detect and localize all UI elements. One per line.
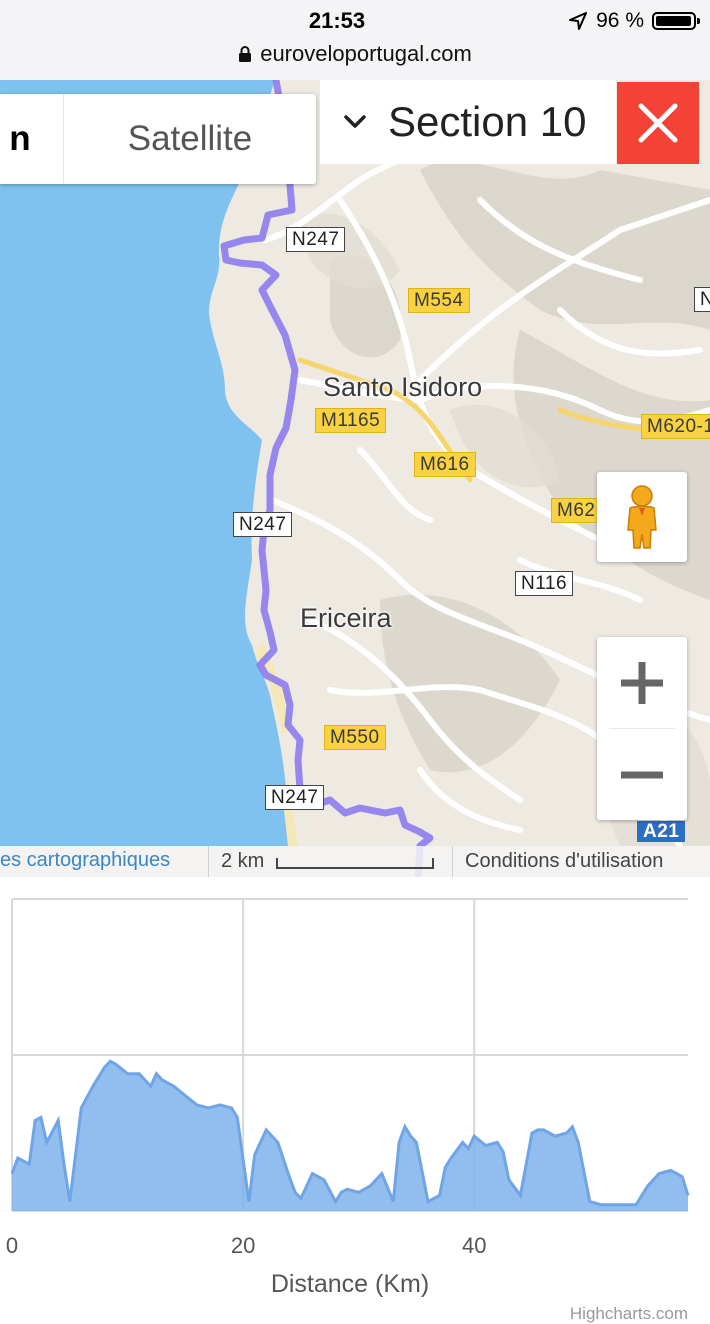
zoom-out-button[interactable] <box>597 729 687 820</box>
x-tick-label-0: 0 <box>6 1233 18 1258</box>
chevron-down-icon <box>344 115 366 128</box>
tab-satellite[interactable]: Satellite <box>64 94 316 184</box>
elevation-chart: 0 20 40 Distance (Km) Highcharts.com <box>0 877 710 1323</box>
x-tick-label-2: 40 <box>462 1233 486 1258</box>
lock-icon <box>239 46 252 62</box>
terms-link[interactable]: Conditions d'utilisation <box>452 846 663 877</box>
scale-bar <box>276 858 435 869</box>
road-label-m62: M62 <box>551 498 602 523</box>
street-view-button[interactable] <box>597 472 687 562</box>
plus-icon <box>621 662 663 704</box>
chart-credits[interactable]: Highcharts.com <box>570 1304 688 1324</box>
road-label-n247-north: N247 <box>286 227 346 252</box>
close-button[interactable] <box>617 82 699 164</box>
zoom-in-button[interactable] <box>597 637 687 728</box>
road-label-m620: M620-1 <box>641 414 710 439</box>
x-tick-label-1: 20 <box>231 1233 255 1258</box>
place-label-santo-isidoro: Santo Isidoro <box>323 372 483 402</box>
status-bar: 21:53 96 % euroveloportugal.com <box>0 0 710 81</box>
road-label-edge: N <box>694 287 710 312</box>
road-label-m554: M554 <box>408 288 470 313</box>
scale-bar-group[interactable]: 2 km <box>208 846 435 877</box>
tab-map[interactable]: n <box>0 94 64 184</box>
road-label-n247-south: N247 <box>265 785 325 810</box>
road-label-n116: N116 <box>515 571 574 596</box>
map-data-link[interactable]: es cartographiques <box>0 849 170 872</box>
elevation-chart-svg: 0 20 40 <box>6 898 690 1258</box>
road-label-n247-middle: N247 <box>233 512 293 537</box>
section-selector-label: Section 10 <box>388 98 587 145</box>
url-text: euroveloportugal.com <box>260 41 472 66</box>
status-icons: 96 % <box>568 9 700 33</box>
map-type-control: n Satellite <box>0 94 316 184</box>
road-label-m550: M550 <box>324 725 386 750</box>
pegman-icon <box>627 485 657 549</box>
section-selector[interactable]: Section 10 <box>320 80 616 164</box>
route-map[interactable]: N247 M554 N M1165 M620-1 M616 M62 N247 N… <box>0 80 710 877</box>
location-arrow-icon <box>569 12 588 30</box>
battery-percent: 96 % <box>596 9 644 32</box>
close-icon <box>638 103 678 143</box>
place-label-ericeira: Ericeira <box>300 603 392 633</box>
address-bar[interactable]: euroveloportugal.com <box>0 41 710 67</box>
map-footer: es cartographiques 2 km Conditions d'uti… <box>0 846 710 877</box>
scale-label: 2 km <box>221 850 265 872</box>
road-label-a21: A21 <box>637 821 686 842</box>
road-label-m1165: M1165 <box>315 408 387 433</box>
minus-icon <box>621 771 663 779</box>
zoom-control <box>597 637 687 820</box>
battery-icon <box>652 12 700 30</box>
x-axis-title: Distance (Km) <box>270 1270 430 1298</box>
road-label-m616: M616 <box>414 452 476 477</box>
